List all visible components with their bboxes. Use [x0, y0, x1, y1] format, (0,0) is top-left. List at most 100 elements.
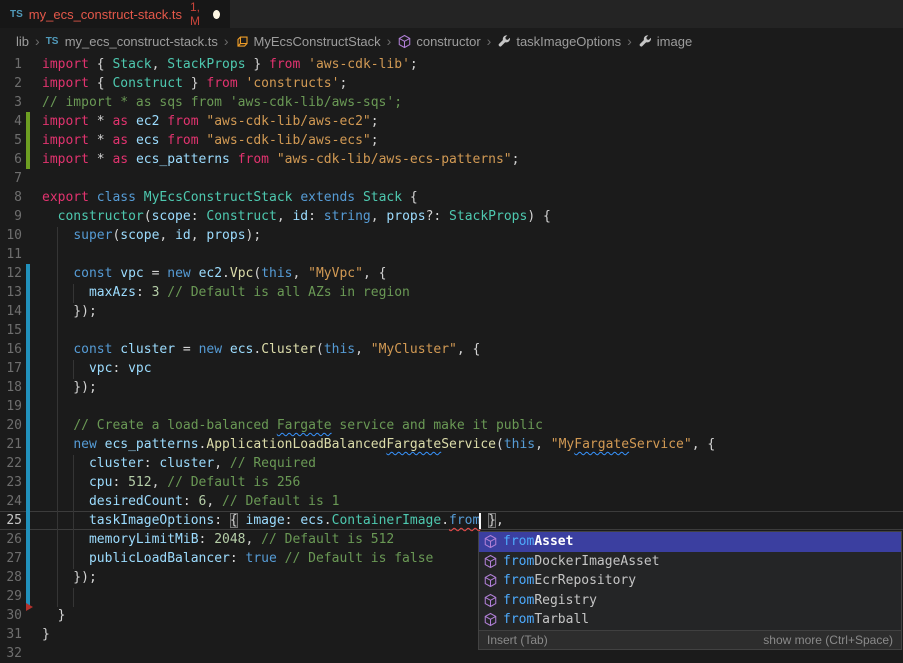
code-line[interactable]: 2import { Construct } from 'constructs'; [0, 74, 903, 93]
line-number[interactable]: 2 [0, 74, 22, 93]
code-line[interactable]: 22 cluster: cluster, // Required [0, 454, 903, 473]
line-number[interactable]: 26 [0, 530, 22, 549]
line-number[interactable]: 24 [0, 492, 22, 511]
code-line[interactable]: 7 [0, 169, 903, 188]
breadcrumb-label: MyEcsConstructStack [254, 34, 381, 49]
code-line[interactable]: 24 desiredCount: 6, // Default is 1 [0, 492, 903, 511]
line-number[interactable]: 16 [0, 340, 22, 359]
tab-active[interactable]: TS my_ecs_construct-stack.ts 1, M [0, 0, 230, 28]
line-number[interactable]: 22 [0, 454, 22, 473]
line-number[interactable]: 19 [0, 397, 22, 416]
line-number[interactable]: 32 [0, 644, 22, 663]
line-number[interactable]: 15 [0, 321, 22, 340]
breadcrumb-item[interactable]: MyEcsConstructStack [235, 34, 381, 49]
line-number[interactable]: 8 [0, 188, 22, 207]
line-number[interactable]: 9 [0, 207, 22, 226]
diff-gutter [26, 169, 30, 188]
diff-gutter [26, 644, 30, 663]
breadcrumb-label: constructor [416, 34, 480, 49]
code-line[interactable]: 14 }); [0, 302, 903, 321]
diff-modified-indicator [26, 454, 30, 473]
diff-modified-indicator [26, 321, 30, 340]
ts-file-icon: TS [46, 34, 61, 49]
code-line[interactable]: 18 }); [0, 378, 903, 397]
suggest-item-label: fromTarball [503, 612, 589, 627]
line-number[interactable]: 12 [0, 264, 22, 283]
code-line[interactable]: 13 maxAzs: 3 // Default is all AZs in re… [0, 283, 903, 302]
code-line[interactable]: 12 const vpc = new ec2.Vpc(this, "MyVpc"… [0, 264, 903, 283]
suggest-status-bar: Insert (Tab) show more (Ctrl+Space) [479, 630, 901, 649]
breadcrumb-separator: › [387, 33, 392, 49]
code-line[interactable]: 11 [0, 245, 903, 264]
suggest-item[interactable]: fromAsset [479, 532, 901, 552]
line-number[interactable]: 1 [0, 55, 22, 74]
diff-added-indicator [26, 112, 30, 131]
line-number[interactable]: 5 [0, 131, 22, 150]
diff-modified-indicator [26, 568, 30, 587]
line-number[interactable]: 25 [0, 511, 22, 530]
line-number[interactable]: 6 [0, 150, 22, 169]
line-number[interactable]: 29 [0, 587, 22, 606]
code-line[interactable]: 9 constructor(scope: Construct, id: stri… [0, 207, 903, 226]
code-text: import { Stack, StackProps } from 'aws-c… [42, 55, 418, 74]
code-text: }); [42, 302, 97, 321]
breadcrumb-item[interactable]: taskImageOptions [497, 34, 621, 49]
suggest-item-label: fromRegistry [503, 593, 597, 608]
breadcrumb-item[interactable]: lib [16, 34, 29, 49]
code-line[interactable]: 1 import { Stack, StackProps } from 'aws-… [0, 55, 903, 74]
code-line[interactable]: 25 taskImageOptions: { image: ecs.Contai… [0, 511, 903, 530]
line-number[interactable]: 14 [0, 302, 22, 321]
line-number[interactable]: 28 [0, 568, 22, 587]
line-number[interactable]: 17 [0, 359, 22, 378]
code-line[interactable]: 17 vpc: vpc [0, 359, 903, 378]
indent-guide [73, 455, 74, 569]
breadcrumb-item[interactable]: constructor [397, 34, 480, 49]
method-icon [483, 534, 498, 549]
code-line[interactable]: 23 cpu: 512, // Default is 256 [0, 473, 903, 492]
dirty-indicator-icon[interactable] [213, 10, 220, 19]
code-text: maxAzs: 3 // Default is all AZs in regio… [42, 283, 410, 302]
line-number[interactable]: 4 [0, 112, 22, 131]
code-text: // Create a load-balanced Fargate servic… [42, 416, 543, 435]
line-number[interactable]: 11 [0, 245, 22, 264]
code-line[interactable]: 3// import * as sqs from 'aws-cdk-lib/aw… [0, 93, 903, 112]
line-number[interactable]: 10 [0, 226, 22, 245]
code-line[interactable]: 5import * as ecs from "aws-cdk-lib/aws-e… [0, 131, 903, 150]
code-line[interactable]: 8export class MyEcsConstructStack extend… [0, 188, 903, 207]
indent-guide [73, 588, 74, 607]
code-line[interactable]: 20 // Create a load-balanced Fargate ser… [0, 416, 903, 435]
line-number[interactable]: 7 [0, 169, 22, 188]
line-number[interactable]: 13 [0, 283, 22, 302]
line-number[interactable]: 21 [0, 435, 22, 454]
tab-problem-badge: 1, M [190, 0, 207, 28]
code-line[interactable]: 6import * as ecs_patterns from "aws-cdk-… [0, 150, 903, 169]
diff-gutter [26, 245, 30, 264]
breadcrumb-item[interactable]: image [638, 34, 692, 49]
diff-modified-indicator [26, 397, 30, 416]
suggest-item[interactable]: fromEcrRepository [479, 571, 901, 591]
line-number[interactable]: 27 [0, 549, 22, 568]
line-number[interactable]: 30 [0, 606, 22, 625]
breadcrumb-bar: lib›TSmy_ecs_construct-stack.ts›MyEcsCon… [0, 28, 903, 55]
breadcrumb-item[interactable]: TSmy_ecs_construct-stack.ts [46, 34, 218, 49]
code-line[interactable]: 21 new ecs_patterns.ApplicationLoadBalan… [0, 435, 903, 454]
diff-modified-indicator [26, 435, 30, 454]
line-number[interactable]: 20 [0, 416, 22, 435]
line-number[interactable]: 31 [0, 625, 22, 644]
code-line[interactable]: 4import * as ec2 from "aws-cdk-lib/aws-e… [0, 112, 903, 131]
code-text: cluster: cluster, // Required [42, 454, 316, 473]
line-number[interactable]: 18 [0, 378, 22, 397]
diff-modified-indicator [26, 549, 30, 568]
suggest-item[interactable]: fromDockerImageAsset [479, 552, 901, 572]
diff-gutter [26, 226, 30, 245]
diff-modified-indicator [26, 302, 30, 321]
code-line[interactable]: 15 [0, 321, 903, 340]
code-line[interactable]: 19 [0, 397, 903, 416]
line-number[interactable]: 23 [0, 473, 22, 492]
suggest-item[interactable]: fromRegistry [479, 591, 901, 611]
line-number[interactable]: 3 [0, 93, 22, 112]
code-line[interactable]: 10 super(scope, id, props); [0, 226, 903, 245]
code-line[interactable]: 16 const cluster = new ecs.Cluster(this,… [0, 340, 903, 359]
suggest-item[interactable]: fromTarball [479, 610, 901, 630]
property-icon [497, 34, 512, 49]
